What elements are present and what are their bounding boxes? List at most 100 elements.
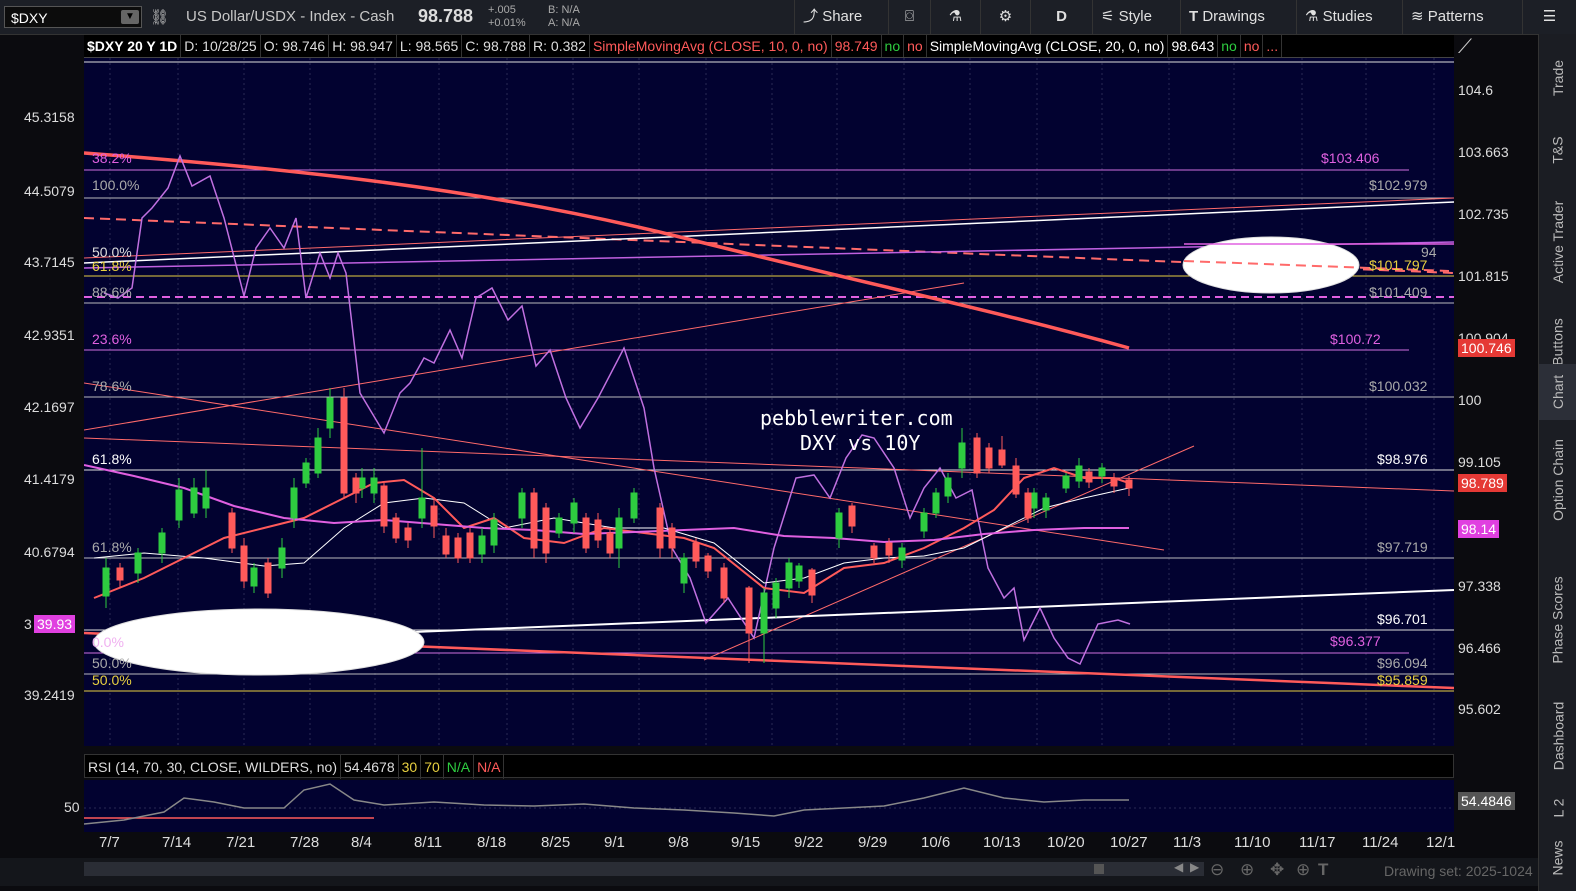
sidebar-tab-active-trader[interactable]: Active Trader — [1539, 182, 1576, 302]
net-change: +.005 — [488, 4, 516, 16]
x-tick: 11/24 — [1362, 834, 1399, 851]
fib-100-label: 100.0% — [92, 177, 140, 193]
sma20-no1: no — [1218, 35, 1241, 57]
flask-icon: ⚗ — [948, 8, 963, 25]
flask-icon-2: ⚗ — [1305, 8, 1319, 25]
fib-price-102979: $102.979 — [1369, 177, 1428, 193]
drawing-set-label[interactable]: Drawing set: 2025-1024 — [1384, 863, 1533, 879]
sidebar-tab-news[interactable]: News — [1539, 830, 1576, 886]
fib-786-label: 78.6% — [92, 378, 132, 394]
fib-price-96094: $96.094 — [1377, 655, 1428, 671]
sidebar-tab-l2[interactable]: L 2 — [1539, 786, 1576, 830]
sidebar-tab-option-chain[interactable]: Option Chain — [1539, 420, 1576, 540]
style-button[interactable]: ⚟ Style — [1092, 0, 1180, 34]
scroll-thumb[interactable] — [1094, 864, 1104, 874]
hdr-high: H: 98.947 — [329, 35, 397, 57]
fib-618-label-b: 61.8% — [92, 451, 132, 467]
sidebar-tab-label: News — [1549, 840, 1566, 876]
x-tick: 8/25 — [541, 834, 571, 851]
x-tick: 9/8 — [668, 834, 689, 851]
sidebar-tab-ts[interactable]: T&S — [1539, 118, 1576, 182]
x-axis: 7/7 7/14 7/21 7/28 8/4 8/11 8/18 8/25 9/… — [84, 834, 1456, 856]
x-tick: 11/3 — [1173, 834, 1202, 851]
sidebar-tab-chart[interactable]: Chart — [1539, 364, 1576, 420]
drawing-tool-icon[interactable]: ⟋ — [1458, 36, 1472, 59]
x-tick: 12/1 — [1426, 834, 1456, 851]
zoom-out-icon[interactable]: ⊖ — [1210, 860, 1224, 880]
ask-price: A: N/A — [548, 17, 580, 29]
x-tick: 9/15 — [731, 834, 761, 851]
x-tick: 9/1 — [604, 834, 625, 851]
fib-618-label-c: 61.8% — [92, 539, 132, 555]
x-tick: 11/10 — [1234, 834, 1271, 851]
sidebar-tab-label: T&S — [1549, 136, 1566, 164]
x-tick: 7/7 — [99, 834, 120, 851]
crosshair-icon[interactable]: ⊕ — [1296, 860, 1310, 880]
watermark-line2: DXY vs 10Y — [800, 431, 921, 455]
left-price-badge: 39.93 — [34, 615, 76, 633]
symbol-input[interactable]: $DXY ▼ — [4, 6, 142, 28]
scroll-right-icon[interactable]: ▶ — [1190, 860, 1199, 874]
fib-price-95859: $95.859 — [1377, 672, 1428, 688]
sidebar-tab-phase-scores[interactable]: Phase Scores — [1539, 560, 1576, 680]
sma10-no1: no — [882, 35, 905, 57]
link-icon[interactable]: ⛓ — [150, 8, 169, 26]
sma10-label[interactable]: SimpleMovingAvg (CLOSE, 10, 0, no) — [590, 35, 832, 57]
share-button[interactable]: ⤴ Share — [794, 0, 888, 34]
more-studies[interactable]: ... — [1263, 35, 1283, 57]
right-tick: 101.815 — [1458, 268, 1509, 284]
flask-button[interactable]: ⚗ — [930, 0, 980, 34]
sma20-value: 98.643 — [1168, 35, 1219, 57]
patterns-button[interactable]: ≋ Patterns — [1402, 0, 1522, 34]
right-tick: 104.6 — [1458, 82, 1494, 98]
menu-button[interactable]: ☰ — [1522, 0, 1576, 34]
right-tick: 103.663 — [1458, 144, 1509, 160]
fib-0-label: 0.0% — [92, 634, 124, 650]
text-icon[interactable]: T — [1318, 860, 1328, 880]
pan-icon[interactable]: ✥ — [1270, 860, 1284, 880]
symbol-description: US Dollar/USDX - Index - Cash — [186, 8, 395, 25]
zoom-in-icon[interactable]: ⊕ — [1240, 860, 1254, 880]
rsi-na2: N/A — [474, 755, 505, 779]
x-tick: 9/29 — [858, 834, 888, 851]
hdr-date: D: 10/28/25 — [181, 35, 261, 57]
x-tick: 7/14 — [162, 834, 192, 851]
right-tick: 95.602 — [1458, 701, 1501, 717]
sidebar-tab-trade[interactable]: Trade — [1539, 38, 1576, 118]
time-scrollbar[interactable]: ◀ ▶ — [84, 860, 1204, 876]
x-tick: 8/18 — [477, 834, 507, 851]
x-tick: 9/22 — [794, 834, 824, 851]
rsi-plot-area[interactable] — [83, 780, 1454, 832]
text-tool-icon: T — [1189, 8, 1199, 25]
symbol-dropdown-icon[interactable]: ▼ — [121, 10, 139, 24]
bottom-bar: ◀ ▶ ⊖ ⊕ ✥ ⊕ T Drawing set: 2025-1024 — [0, 858, 1538, 886]
chart-title: $DXY 20 Y 1D — [84, 35, 182, 57]
last-price: 98.788 — [418, 6, 474, 26]
sidebar-tab-label: Chart — [1549, 374, 1566, 410]
share-label: Share — [822, 8, 863, 25]
rsi-chart-svg — [83, 783, 1454, 825]
left-tick: 44.5079 — [24, 183, 75, 199]
x-tick: 8/4 — [351, 834, 372, 851]
pct-change: +0.01% — [488, 17, 526, 29]
period-button[interactable]: D — [1030, 0, 1092, 34]
hdr-low: L: 98.565 — [397, 35, 463, 57]
right-tick: 97.338 — [1458, 578, 1501, 594]
x-tick: 10/27 — [1110, 834, 1148, 851]
sidebar-tab-label: Dashboard — [1550, 701, 1566, 771]
left-tick: 43.7145 — [24, 254, 75, 270]
screenshot-button[interactable]: ⌼ — [888, 0, 930, 34]
scroll-left-icon[interactable]: ◀ — [1174, 860, 1183, 874]
sidebar-tab-label: Trade — [1550, 59, 1566, 97]
rsi-value: 54.4678 — [341, 755, 399, 779]
sma20-label[interactable]: SimpleMovingAvg (CLOSE, 20, 0, no) — [927, 35, 1169, 57]
x-tick: 11/17 — [1299, 834, 1336, 851]
sidebar-tab-dashboard[interactable]: Dashboard — [1539, 686, 1576, 786]
settings-button[interactable]: ⚙ — [980, 0, 1030, 34]
price-plot-area[interactable]: pebblewriter.com DXY vs 10Y 38.2% 100.0%… — [84, 58, 1454, 746]
symbol-text: $DXY — [11, 10, 48, 26]
rsi-label[interactable]: RSI (14, 70, 30, CLOSE, WILDERS, no) — [85, 755, 341, 779]
left-tick: 42.1697 — [24, 399, 75, 415]
studies-button[interactable]: ⚗ Studies — [1296, 0, 1402, 34]
drawings-button[interactable]: T Drawings — [1180, 0, 1296, 34]
